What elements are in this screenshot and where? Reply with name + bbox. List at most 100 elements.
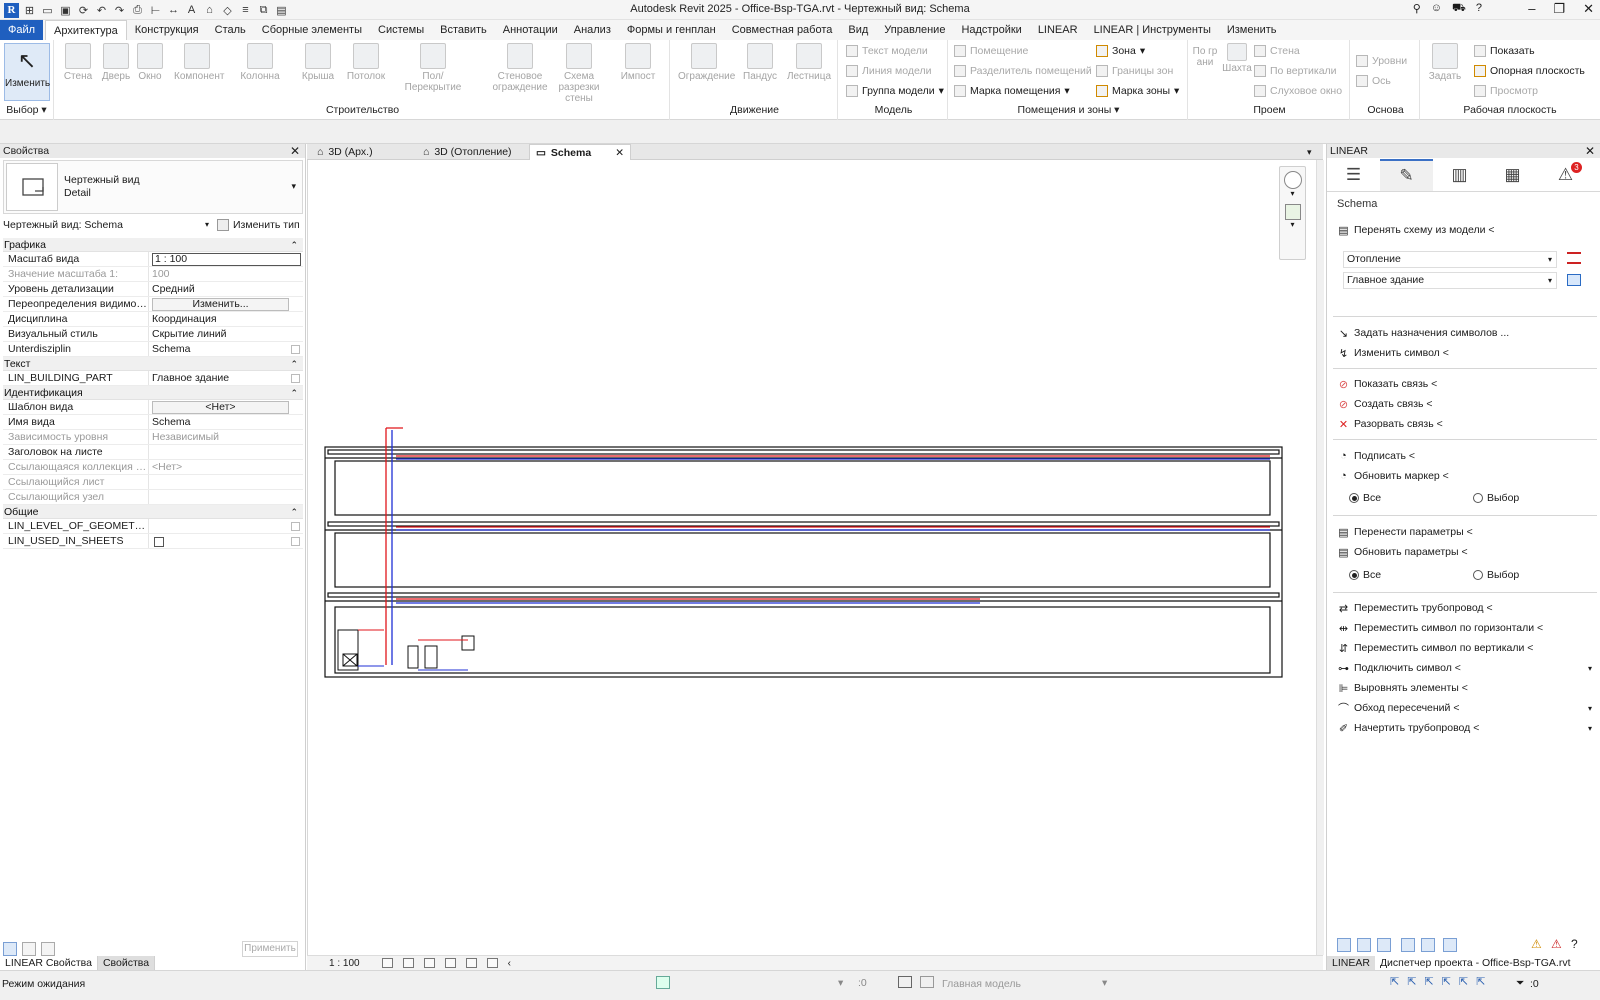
marker-all-radio[interactable]: Все: [1349, 492, 1381, 504]
tab-massing[interactable]: Формы и генплан: [619, 20, 724, 40]
by-face-tool[interactable]: По грани: [1192, 46, 1218, 68]
section-icon[interactable]: ◇: [220, 3, 235, 18]
area-tag-tool[interactable]: Марка зоны ▾: [1096, 85, 1179, 97]
help-icon[interactable]: ?: [1571, 937, 1578, 951]
room-tag-tool[interactable]: Марка помещения ▾: [954, 85, 1070, 97]
column-tool[interactable]: Колонна: [240, 43, 280, 82]
close-hidden-icon[interactable]: ⧉: [256, 3, 271, 18]
table-row[interactable]: Визуальный стиль Скрытие линий: [3, 327, 303, 342]
sun-path-icon[interactable]: [423, 958, 435, 968]
tab-collaborate[interactable]: Совместная работа: [724, 20, 841, 40]
tab-precast[interactable]: Сборные элементы: [254, 20, 370, 40]
viewer-tool[interactable]: Просмотр: [1474, 85, 1538, 97]
rooms-panel-label[interactable]: Помещения и зоны ▾: [950, 104, 1187, 116]
railing-tool[interactable]: Ограждение: [678, 43, 735, 82]
tool-icon[interactable]: [1401, 938, 1415, 952]
table-row[interactable]: Имя вида Schema: [3, 415, 303, 430]
tool-icon[interactable]: [1421, 938, 1435, 952]
tab-linear[interactable]: LINEAR: [1327, 956, 1375, 970]
thin-lines-icon[interactable]: ≡: [238, 3, 253, 18]
move-symbol-h-button[interactable]: ⇹ Переместить символ по горизонтали <: [1337, 620, 1592, 636]
warning-icon[interactable]: ⚠: [1531, 937, 1542, 951]
scale-field[interactable]: 1 : 100: [152, 253, 301, 266]
section-text[interactable]: Текст ⌃: [3, 357, 303, 371]
marker-select-radio[interactable]: Выбор: [1473, 492, 1519, 504]
tab-project-browser[interactable]: Диспетчер проекта - Office-Bsp-TGA.rvt: [1375, 956, 1576, 970]
dormer-tool[interactable]: Слуховое окно: [1254, 85, 1342, 97]
3d-view-icon[interactable]: ⌂: [202, 3, 217, 18]
view-scale[interactable]: 1 : 100: [329, 958, 360, 969]
params-select-radio[interactable]: Выбор: [1473, 569, 1519, 581]
wall-tool[interactable]: Стена: [58, 43, 98, 82]
active-model[interactable]: Главная модель: [942, 978, 1021, 990]
tab-modify[interactable]: Изменить: [1219, 20, 1285, 40]
scroll-left-icon[interactable]: ‹: [508, 958, 511, 969]
visual-style-icon[interactable]: [402, 958, 414, 968]
chevron-down-icon[interactable]: ▾: [1588, 704, 1592, 713]
view-template-button[interactable]: <Нет>: [152, 401, 289, 414]
area-tool[interactable]: Зона ▾: [1096, 45, 1145, 57]
switch-windows-icon[interactable]: ▤: [274, 3, 289, 18]
tab-3d-heating[interactable]: ⌂ 3D (Отопление): [417, 144, 525, 160]
chevron-down-icon[interactable]: ▾: [1588, 724, 1592, 733]
tab-insert[interactable]: Вставить: [432, 20, 495, 40]
vertical-opening-tool[interactable]: По вертикали: [1254, 65, 1337, 77]
cart-icon[interactable]: ⛟: [1452, 2, 1466, 16]
chevron-down-icon[interactable]: ▾: [1588, 664, 1592, 673]
move-symbol-v-button[interactable]: ⇵ Переместить символ по вертикали <: [1337, 640, 1592, 656]
warning-icon[interactable]: ⚠: [1551, 937, 1562, 951]
area-boundary-tool[interactable]: Границы зон: [1096, 65, 1173, 77]
worksharing-icon[interactable]: [656, 976, 670, 989]
floor-tool[interactable]: Пол/Перекрытие: [400, 43, 466, 93]
tab-linear[interactable]: LINEAR: [1030, 20, 1086, 40]
select-panel-label[interactable]: Выбор ▾: [0, 104, 53, 116]
level-tool[interactable]: Уровни: [1356, 55, 1407, 67]
close-icon[interactable]: ✕: [1583, 1, 1594, 17]
tab-linear-properties[interactable]: LINEAR Свойства: [0, 956, 98, 970]
section-general[interactable]: Общие ⌃: [3, 505, 303, 519]
home-icon[interactable]: ⊞: [22, 3, 37, 18]
table-row[interactable]: Переопределения видимост... Изменить...: [3, 297, 303, 312]
tab-3d-arch[interactable]: ⌂ 3D (Арх.): [311, 144, 411, 160]
tab-addins[interactable]: Надстройки: [953, 20, 1029, 40]
set-workplane-tool[interactable]: Задать: [1426, 43, 1464, 82]
curtain-system-tool[interactable]: Стеновое ограждение: [492, 43, 548, 93]
wall-opening-tool[interactable]: Стена: [1254, 45, 1300, 57]
detail-level-icon[interactable]: [381, 958, 393, 968]
stair-tool[interactable]: Лестница: [786, 43, 832, 82]
connect-symbol-button[interactable]: ⊶ Подключить символ < ▾: [1337, 660, 1592, 676]
window-tool[interactable]: Окно: [130, 43, 170, 82]
tab-view[interactable]: Вид: [840, 20, 876, 40]
tab-schema[interactable]: ▭ Schema ✕: [529, 144, 631, 160]
reveal-hidden-icon[interactable]: [486, 958, 498, 968]
section-graphics[interactable]: Графика ⌃: [3, 238, 303, 252]
filter-icon[interactable]: ⏷: [1516, 977, 1524, 990]
close-icon[interactable]: ✕: [615, 145, 624, 161]
sign-button[interactable]: ◔ Подписать <: [1337, 448, 1592, 464]
table-row[interactable]: LIN_LEVEL_OF_GEOMETRY: [3, 519, 303, 534]
tool-icon[interactable]: [1337, 938, 1351, 952]
tab-steel[interactable]: Сталь: [207, 20, 254, 40]
save-icon[interactable]: ▣: [58, 3, 73, 18]
user-icon[interactable]: ☺: [1431, 2, 1442, 16]
modify-button[interactable]: ↖ Изменить: [4, 43, 50, 101]
tool-icon[interactable]: [1357, 938, 1371, 952]
building-select[interactable]: Главное здание ▾: [1343, 272, 1557, 289]
table-row[interactable]: Шаблон вида <Нет>: [3, 400, 303, 415]
design-options-icon[interactable]: [920, 976, 934, 988]
change-symbol-button[interactable]: ↯ Изменить символ <: [1337, 345, 1592, 361]
model-group-tool[interactable]: Группа модели ▾: [846, 85, 944, 97]
zoom-icon[interactable]: [1284, 204, 1301, 220]
section-identity[interactable]: Идентификация ⌃: [3, 386, 303, 400]
apply-button[interactable]: Применить: [242, 941, 298, 957]
click-to-select-icon[interactable]: ▾: [838, 977, 843, 989]
close-icon[interactable]: ✕: [1585, 144, 1595, 158]
sort-asc-icon[interactable]: [22, 942, 36, 956]
warning-icon[interactable]: ⚠ 3: [1539, 159, 1592, 191]
vertical-scrollbar[interactable]: [1316, 160, 1324, 955]
curtain-grid-tool[interactable]: Схема разрезки стены: [552, 43, 606, 104]
tool-icon[interactable]: [1377, 938, 1391, 952]
update-params-button[interactable]: ▤ Обновить параметры <: [1337, 544, 1592, 560]
break-link-button[interactable]: ✕ Разорвать связь <: [1337, 416, 1592, 432]
tab-properties[interactable]: Свойства: [97, 956, 156, 970]
